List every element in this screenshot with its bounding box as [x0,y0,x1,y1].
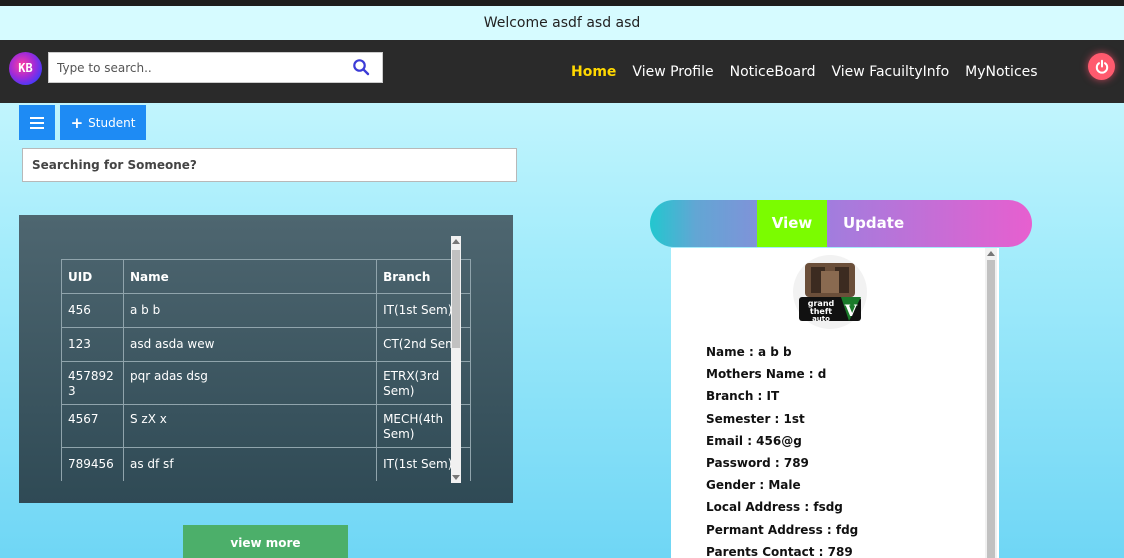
tab-view[interactable]: View [757,200,827,247]
cell-name: S zX x [122,404,378,448]
profile-card: grand theft auto V Name : a b b Mothers … [671,248,999,558]
welcome-banner: Welcome asdf asd asd [0,6,1124,40]
svg-text:auto: auto [812,315,830,323]
table-row[interactable]: 456 a b b IT(1st Sem) [61,293,471,328]
table-scroll-thumb[interactable] [452,250,460,348]
cell-name: asd asda wew [122,327,378,362]
cell-uid: 456 [61,293,124,328]
student-search-input[interactable] [23,149,516,181]
hamburger-icon [30,116,44,129]
tab-update[interactable]: Update [843,200,904,247]
profile-tabbar: View Update [650,200,1032,247]
cell-name: as df sf [122,447,378,481]
table-row[interactable]: 789456 as df sf IT(1st Sem) [61,447,471,481]
profile-scroll-thumb[interactable] [987,260,995,558]
profile-email: Email : 456@g [706,433,802,448]
table-scrollbar[interactable] [451,236,461,483]
view-more-button[interactable]: view more [183,525,348,558]
student-table-scroll: UID Name Branch 456 a b b IT(1st Sem) 12… [61,259,471,481]
profile-parents-contact: Parents Contact : 789 [706,544,853,558]
nav-view-profile[interactable]: View Profile [632,64,713,80]
nav-home[interactable]: Home [571,64,616,80]
header-name[interactable]: Name [122,259,378,294]
add-student-label: Student [88,115,136,130]
student-search-box [22,148,517,182]
cell-uid: 123 [61,327,124,362]
search-input[interactable] [49,53,339,82]
scroll-up-icon[interactable] [987,251,995,256]
profile-gender: Gender : Male [706,478,801,493]
nav-links: Home View Profile NoticeBoard View Facui… [571,40,1054,103]
cell-name: pqr adas dsg [122,361,378,405]
avatar: grand theft auto V [791,253,869,331]
table-row[interactable]: 123 asd asda wew CT(2nd Sem) [61,327,471,362]
power-icon[interactable] [1088,53,1115,80]
scroll-down-icon[interactable] [452,475,460,480]
cell-uid: 789456 [61,447,124,481]
profile-semester: Semester : 1st [706,411,805,426]
student-table: UID Name Branch 456 a b b IT(1st Sem) 12… [61,259,471,481]
profile-password: Password : 789 [706,455,809,470]
menu-toggle-button[interactable] [19,105,55,140]
profile-branch: Branch : IT [706,389,780,404]
profile-details: Name : a b b Mothers Name : d Branch : I… [706,341,858,558]
navbar: KB Home View Profile NoticeBoard View Fa… [0,40,1124,103]
profile-name: Name : a b b [706,345,792,359]
cell-uid: 4567 [61,404,124,448]
profile-scrollbar[interactable] [985,248,997,558]
header-uid[interactable]: UID [61,259,124,294]
plus-icon: + [70,113,84,132]
search-box [48,52,383,83]
profile-mothers-name: Mothers Name : d [706,367,827,382]
table-header-row: UID Name Branch [61,259,471,294]
nav-view-faculty-info[interactable]: View FacuiltyInfo [832,64,950,80]
nav-noticeboard[interactable]: NoticeBoard [730,64,816,80]
svg-text:V: V [844,301,858,320]
student-table-panel: UID Name Branch 456 a b b IT(1st Sem) 12… [19,215,513,503]
table-row[interactable]: 4567 S zX x MECH(4th Sem) [61,404,471,448]
nav-my-notices[interactable]: MyNotices [965,64,1037,80]
table-row[interactable]: 4578923 pqr adas dsg ETRX(3rd Sem) [61,361,471,405]
search-icon[interactable] [352,58,370,76]
profile-local-address: Local Address : fsdg [706,500,843,515]
cell-uid: 4578923 [61,361,124,405]
add-student-button[interactable]: + Student [60,105,146,140]
profile-permanent-address: Permant Address : fdg [706,522,859,537]
cell-name: a b b [122,293,378,328]
logo-icon[interactable]: KB [9,52,42,85]
scroll-up-icon[interactable] [452,239,460,244]
